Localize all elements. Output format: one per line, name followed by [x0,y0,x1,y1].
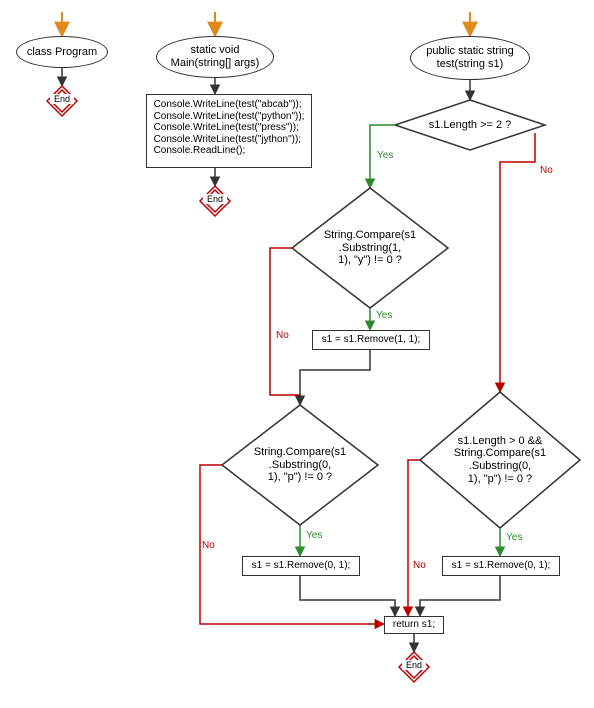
end-node-col2-label: End [203,194,227,204]
edge-label-no: No [276,330,289,341]
edge-label-yes: Yes [306,530,322,541]
decision-length-ge-2: s1.Length >= 2 ? [410,112,530,138]
entry-class-program: class Program [16,36,108,68]
decision-compare-p-left: String.Compare(s1 .Substring(0, 1), "p")… [236,437,364,493]
edge-label-no: No [413,560,426,571]
process-remove-0-1-left: s1 = s1.Remove(0, 1); [242,556,360,576]
process-return-s1: return s1; [384,616,444,634]
edge-label-yes: Yes [376,310,392,321]
entry-test-fn: public static string test(string s1) [410,36,530,80]
process-remove-0-1-right: s1 = s1.Remove(0, 1); [442,556,560,576]
decision-compare-y: String.Compare(s1 .Substring(1, 1), "y")… [306,220,434,276]
code-block: Console.WriteLine(test("abcab")); Consol… [154,99,305,157]
entry-label: class Program [27,46,97,59]
decision-len-and-compare-p: s1.Length > 0 && String.Compare(s1 .Subs… [432,424,568,496]
edge-label-no: No [540,165,553,176]
edge-label-no: No [202,540,215,551]
process-remove-1-1: s1 = s1.Remove(1, 1); [312,330,430,350]
process-main-body: Console.WriteLine(test("abcab")); Consol… [146,94,312,168]
entry-label: public static string test(string s1) [426,45,513,70]
end-node-col3-label: End [402,660,426,670]
entry-label: static void Main(string[] args) [171,44,260,69]
flowchart: { "col1": { "entry": "class Program", "e… [0,0,594,708]
edge-label-yes: Yes [377,150,393,161]
edge-label-yes: Yes [506,532,522,543]
end-node-col1-label: End [50,94,74,104]
entry-main: static void Main(string[] args) [156,36,274,78]
